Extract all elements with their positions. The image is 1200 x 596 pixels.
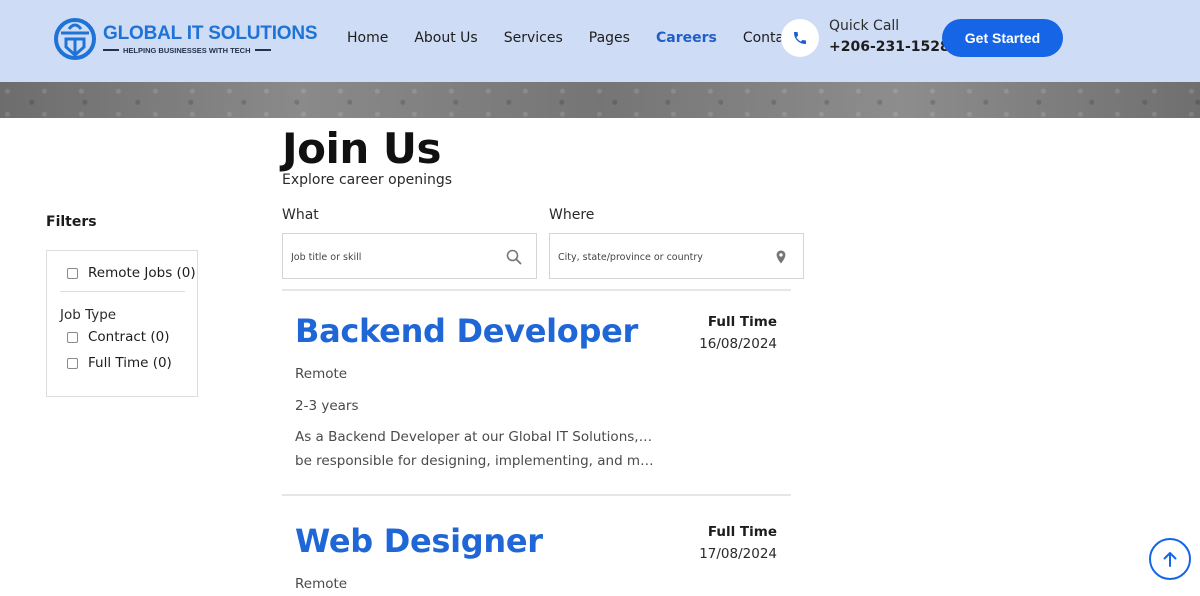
list-divider bbox=[282, 289, 791, 291]
brand-logo[interactable]: GLOBAL IT SOLUTIONS HELPING BUSINESSES W… bbox=[53, 17, 318, 61]
page-subtitle: Explore career openings bbox=[282, 172, 453, 188]
what-input[interactable] bbox=[291, 248, 491, 266]
filter-contract[interactable]: Contract (0) bbox=[67, 329, 170, 345]
filter-remote-jobs[interactable]: Remote Jobs (0) bbox=[67, 265, 196, 281]
scroll-to-top-button[interactable] bbox=[1149, 538, 1191, 580]
job-title-backend-developer[interactable]: Backend Developer bbox=[295, 312, 638, 350]
what-field bbox=[282, 233, 537, 279]
site-header: GLOBAL IT SOLUTIONS HELPING BUSINESSES W… bbox=[0, 0, 1200, 82]
brand-name: GLOBAL IT SOLUTIONS bbox=[103, 22, 318, 44]
nav-services[interactable]: Services bbox=[504, 28, 563, 48]
remote-jobs-label: Remote Jobs (0) bbox=[88, 265, 196, 281]
filters-panel: Remote Jobs (0) Job Type Contract (0) Fu… bbox=[46, 250, 198, 397]
job-type-badge: Full Time bbox=[707, 524, 777, 540]
job-type-badge: Full Time bbox=[707, 314, 777, 330]
filter-full-time[interactable]: Full Time (0) bbox=[67, 355, 172, 371]
nav-about-us[interactable]: About Us bbox=[414, 28, 477, 48]
filter-divider bbox=[60, 291, 185, 292]
job-description-line: As a Backend Developer at our Global IT … bbox=[295, 429, 655, 445]
quick-call-number[interactable]: +206-231-1528 bbox=[829, 39, 950, 55]
main-nav: Home About Us Services Pages Careers Con… bbox=[347, 28, 823, 48]
full-time-checkbox[interactable] bbox=[67, 357, 78, 369]
where-input[interactable] bbox=[558, 248, 758, 266]
nav-careers[interactable]: Careers bbox=[656, 28, 717, 48]
job-location: Remote bbox=[295, 366, 348, 382]
job-description: As a Backend Developer at our Global IT … bbox=[295, 425, 655, 473]
contract-checkbox[interactable] bbox=[67, 331, 78, 343]
arrow-up-icon bbox=[1163, 552, 1177, 567]
nav-home[interactable]: Home bbox=[347, 28, 388, 48]
job-title-web-designer[interactable]: Web Designer bbox=[295, 522, 543, 560]
filters-heading: Filters bbox=[46, 214, 97, 230]
phone-icon[interactable] bbox=[781, 19, 819, 57]
full-time-label: Full Time (0) bbox=[88, 355, 172, 371]
tagline-line-left bbox=[103, 49, 119, 51]
job-experience: 2-3 years bbox=[295, 398, 359, 414]
phone-glyph bbox=[794, 32, 806, 44]
get-started-button[interactable]: Get Started bbox=[942, 19, 1063, 57]
globe-shield-logo-icon bbox=[54, 18, 96, 60]
contract-label: Contract (0) bbox=[88, 329, 170, 345]
job-post-date: 16/08/2024 bbox=[699, 336, 777, 352]
where-label: Where bbox=[549, 207, 595, 223]
job-location: Remote bbox=[295, 576, 348, 592]
map-pin-icon[interactable] bbox=[773, 249, 789, 265]
what-label: What bbox=[282, 207, 319, 223]
hero-banner-strip bbox=[0, 82, 1200, 118]
remote-jobs-checkbox[interactable] bbox=[67, 267, 78, 279]
job-type-heading: Job Type bbox=[60, 307, 117, 323]
search-icon[interactable] bbox=[506, 249, 522, 265]
tagline-line-right bbox=[254, 49, 271, 51]
list-divider bbox=[282, 494, 791, 496]
nav-pages[interactable]: Pages bbox=[589, 28, 630, 48]
brand-tagline: HELPING BUSINESSES WITH TECH bbox=[123, 45, 251, 55]
job-description-line: be responsible for designing, implementi… bbox=[295, 453, 655, 469]
page-title: Join Us bbox=[282, 124, 442, 173]
job-post-date: 17/08/2024 bbox=[699, 546, 777, 562]
quick-call-label: Quick Call bbox=[829, 18, 900, 34]
where-field bbox=[549, 233, 804, 279]
